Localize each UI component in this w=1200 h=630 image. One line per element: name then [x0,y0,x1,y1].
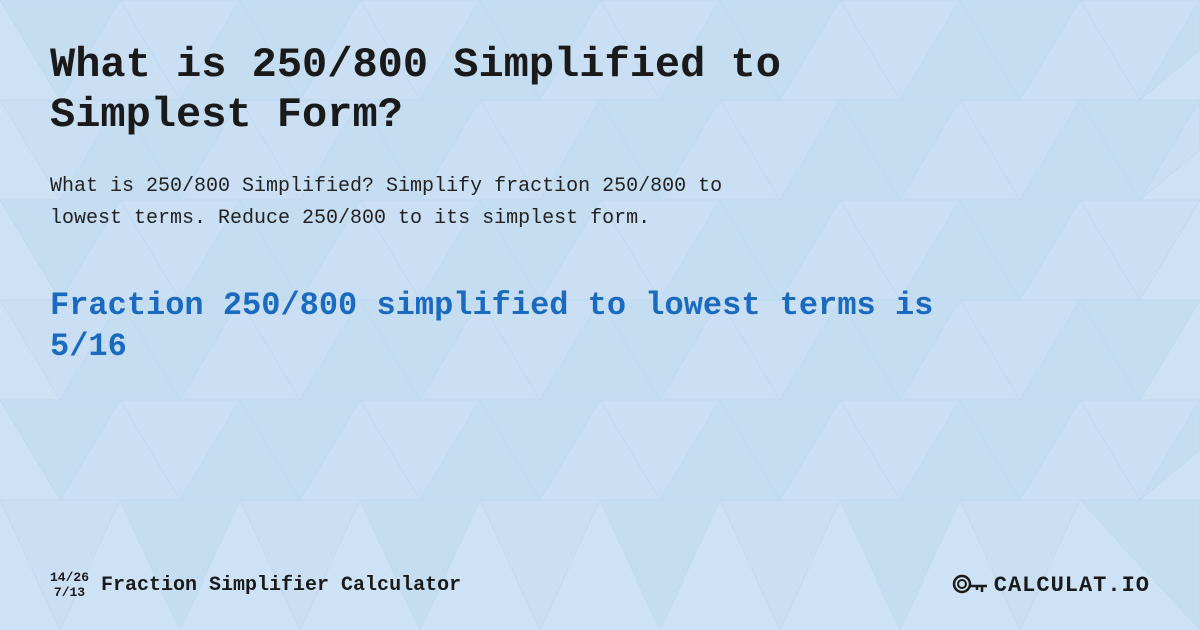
brand-name: Fraction Simplifier Calculator [101,574,461,597]
fraction-top: 14/26 [50,571,89,585]
footer: 14/26 7/13 Fraction Simplifier Calculato… [50,561,1150,600]
main-content: What is 250/800 Simplified to Simplest F… [0,0,1200,630]
fraction-bottom: 7/13 [54,586,85,600]
result-section: Fraction 250/800 simplified to lowest te… [50,285,1150,368]
key-icon [952,572,988,600]
page-title: What is 250/800 Simplified to Simplest F… [50,40,800,141]
result-text: Fraction 250/800 simplified to lowest te… [50,285,950,368]
main-section: What is 250/800 Simplified to Simplest F… [50,40,1150,561]
footer-left: 14/26 7/13 Fraction Simplifier Calculato… [50,571,461,600]
footer-logo: CALCULAT.IO [952,572,1150,600]
logo-text: CALCULAT.IO [994,573,1150,598]
fraction-display: 14/26 7/13 [50,571,89,600]
description-text: What is 250/800 Simplified? Simplify fra… [50,171,770,235]
